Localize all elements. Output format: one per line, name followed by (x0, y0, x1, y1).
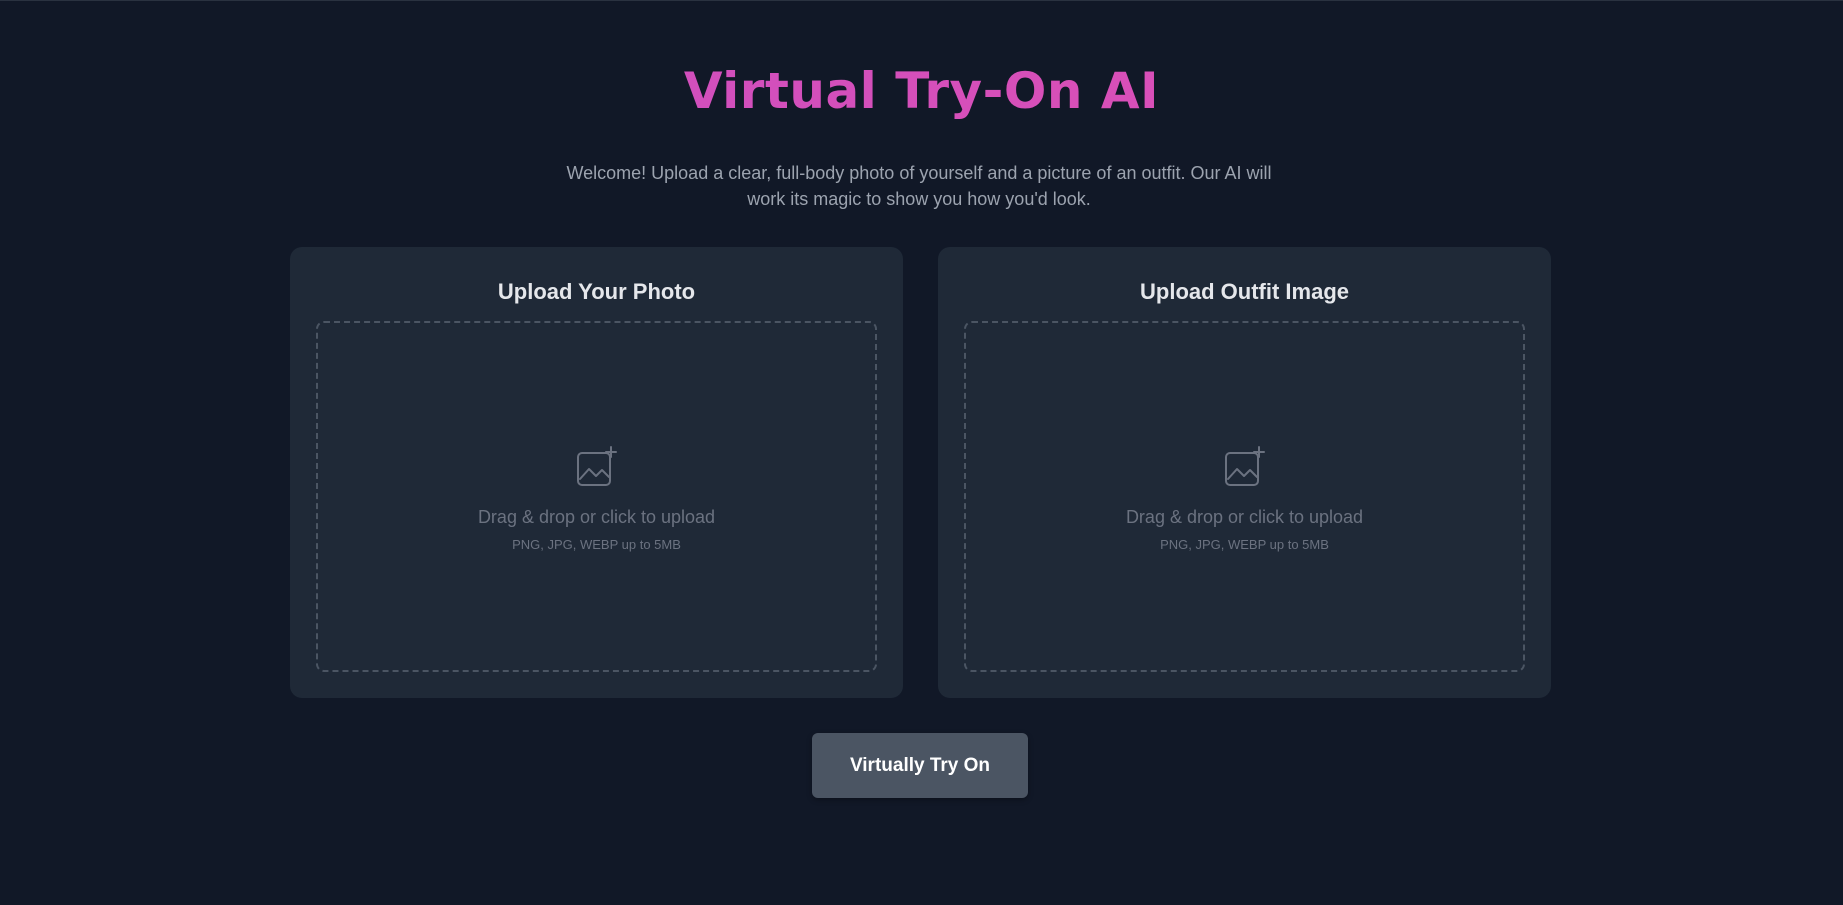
upload-outfit-hint: PNG, JPG, WEBP up to 5MB (1160, 537, 1329, 552)
page-title: Virtual Try-On AI (0, 59, 1843, 123)
image-add-icon (1224, 446, 1265, 486)
upload-outfit-card: Upload Outfit Image Drag & drop or click… (938, 247, 1551, 698)
upload-photo-prompt: Drag & drop or click to upload (477, 507, 716, 527)
upload-photo-card: Upload Your Photo Drag & drop or click t… (290, 247, 903, 698)
upload-photo-title: Upload Your Photo (497, 279, 696, 304)
upload-outfit-prompt: Drag & drop or click to upload (1125, 507, 1364, 527)
upload-outfit-title: Upload Outfit Image (1140, 279, 1349, 304)
image-add-icon (576, 446, 617, 486)
page-subtitle: Welcome! Upload a clear, full-body photo… (566, 163, 1272, 209)
upload-outfit-dropzone[interactable]: Drag & drop or click to upload PNG, JPG,… (964, 321, 1525, 672)
virtually-try-on-button[interactable]: Virtually Try On (812, 733, 1028, 798)
upload-photo-hint: PNG, JPG, WEBP up to 5MB (512, 537, 681, 552)
app-root: Virtual Try-On AI Welcome! Upload a clea… (0, 0, 1843, 905)
upload-photo-dropzone[interactable]: Drag & drop or click to upload PNG, JPG,… (316, 321, 877, 672)
